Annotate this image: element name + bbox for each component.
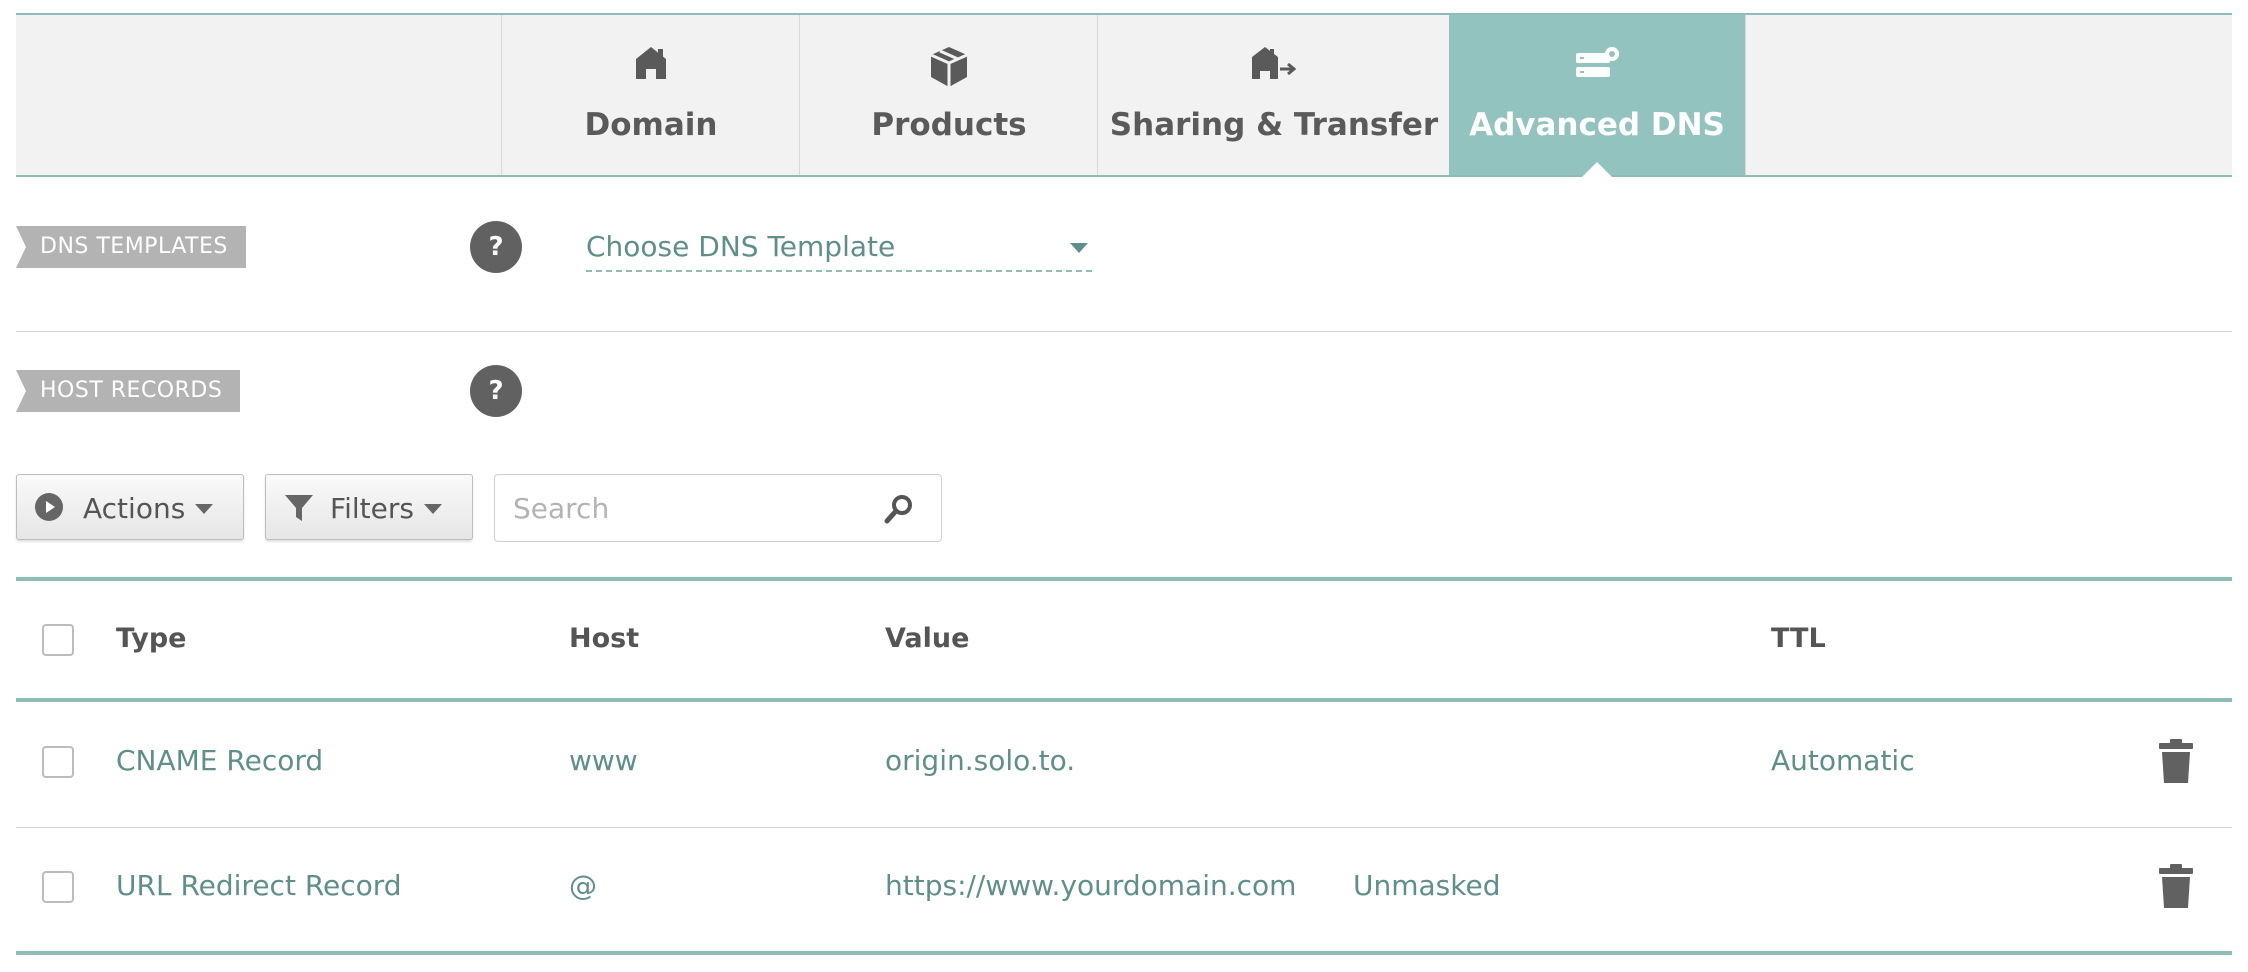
- tab-domain[interactable]: Domain: [501, 15, 800, 175]
- host-records-help-button[interactable]: ?: [470, 365, 522, 417]
- header-value: Value: [885, 623, 970, 654]
- tab-label: Sharing & Transfer: [1109, 107, 1439, 143]
- redirect-mode[interactable]: Unmasked: [1353, 869, 1500, 902]
- search-input[interactable]: [511, 489, 875, 527]
- record-ttl[interactable]: Automatic: [1771, 744, 1915, 777]
- tab-label: Advanced DNS: [1469, 107, 1725, 143]
- tab-sharing-transfer[interactable]: Sharing & Transfer: [1097, 15, 1450, 175]
- tab-divider: [1745, 15, 1746, 175]
- dns-server-icon: [1449, 45, 1745, 89]
- chevron-down-icon: [424, 504, 442, 514]
- chevron-down-icon: [1070, 243, 1088, 253]
- filters-button[interactable]: Filters: [265, 474, 473, 540]
- row-checkbox[interactable]: [42, 871, 74, 903]
- header-ttl: TTL: [1771, 623, 1826, 654]
- trash-icon[interactable]: [2159, 739, 2193, 783]
- chevron-down-icon: [195, 504, 213, 514]
- header-type: Type: [116, 623, 187, 654]
- tab-products[interactable]: Products: [799, 15, 1098, 175]
- play-circle-icon: [35, 493, 63, 525]
- tab-label: Domain: [584, 107, 718, 143]
- active-tab-pointer: [1582, 162, 1612, 177]
- dns-template-select-value: Choose DNS Template: [586, 230, 896, 263]
- tab-bar: Domain Products Sharing & Transfer Advan…: [16, 15, 2232, 177]
- filters-label: Filters: [330, 492, 414, 525]
- row-divider: [16, 827, 2232, 828]
- header-host: Host: [569, 623, 640, 654]
- table-bottom-border: [16, 951, 2232, 955]
- record-host[interactable]: @: [569, 869, 597, 902]
- table-top-border: [16, 577, 2232, 581]
- row-checkbox[interactable]: [42, 746, 74, 778]
- table-header-border: [16, 698, 2232, 702]
- search-box[interactable]: [494, 474, 942, 542]
- record-type[interactable]: CNAME Record: [116, 744, 323, 777]
- home-icon: [502, 45, 800, 89]
- dns-templates-label: DNS TEMPLATES: [16, 226, 246, 268]
- actions-button[interactable]: Actions: [16, 474, 244, 540]
- box-icon: [800, 45, 1098, 89]
- home-transfer-icon: [1098, 45, 1450, 89]
- tab-advanced-dns[interactable]: Advanced DNS: [1449, 15, 1745, 177]
- dns-template-select[interactable]: Choose DNS Template: [586, 226, 1092, 272]
- record-value[interactable]: origin.solo.to.: [885, 744, 1075, 777]
- tab-label: Products: [871, 107, 1027, 143]
- record-host[interactable]: www: [569, 744, 638, 777]
- actions-label: Actions: [83, 492, 186, 525]
- select-all-checkbox[interactable]: [42, 624, 74, 656]
- dns-templates-help-button[interactable]: ?: [470, 221, 522, 273]
- search-icon[interactable]: [883, 493, 915, 529]
- section-divider: [16, 331, 2232, 332]
- record-type[interactable]: URL Redirect Record: [116, 869, 402, 902]
- record-value[interactable]: https://www.yourdomain.com: [885, 869, 1296, 902]
- filter-icon: [284, 493, 314, 527]
- host-records-label: HOST RECORDS: [16, 370, 241, 412]
- trash-icon[interactable]: [2159, 864, 2193, 908]
